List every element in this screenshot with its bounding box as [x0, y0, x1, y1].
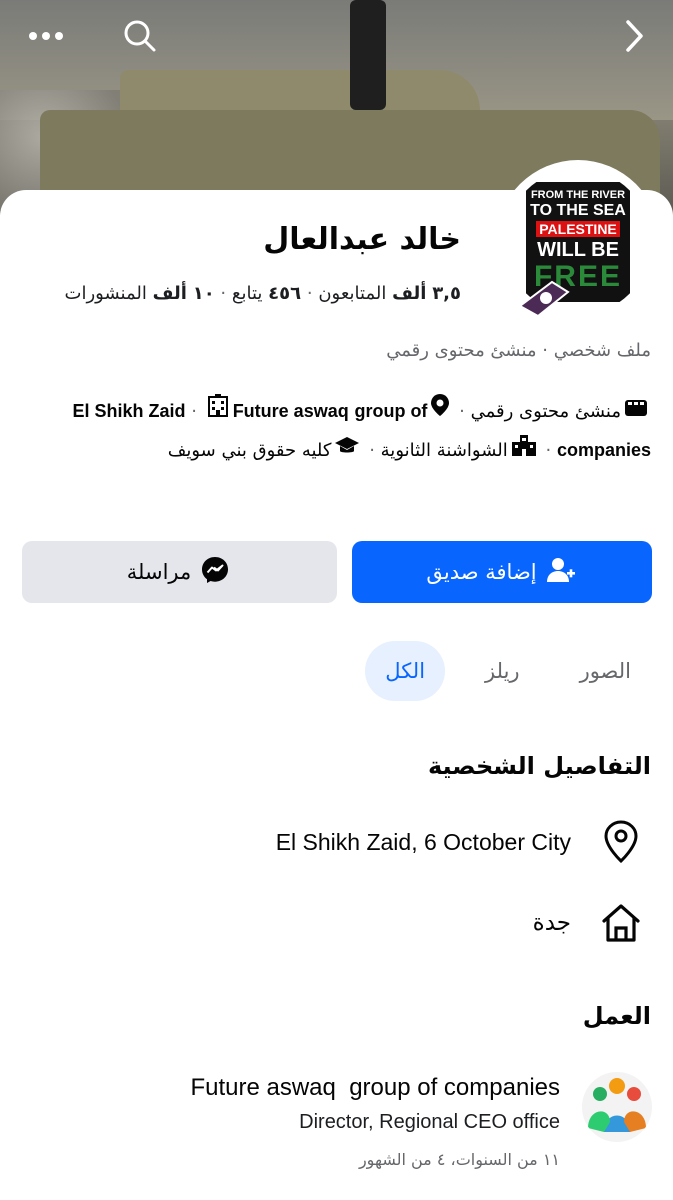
company-logo[interactable] [582, 1072, 652, 1142]
fist-badge-icon [518, 280, 570, 318]
school-building-icon [511, 432, 537, 470]
hometown-row[interactable]: جدة [533, 902, 651, 944]
intro-school: الشواشنة الثانوية [380, 440, 508, 461]
current-city-row[interactable]: El Shikh Zaid, 6 October City [276, 820, 651, 864]
search-icon [124, 20, 156, 52]
add-friend-label: إضافة صديق [426, 560, 537, 584]
work-position: Director, Regional CEO office [299, 1111, 560, 1133]
location-pin-icon [430, 393, 450, 431]
work-duration: ١١ من السنوات، ٤ من الشهور [358, 1150, 560, 1169]
work-section-title: العمل [582, 1002, 651, 1030]
avatar-text-4: WILL BE [537, 239, 619, 261]
messenger-icon [201, 556, 229, 589]
work-building-icon [206, 393, 230, 431]
search-button[interactable] [118, 14, 162, 58]
intro-college: كليه حقوق بني سويف [167, 440, 332, 461]
tab-all[interactable]: الكل [365, 641, 446, 701]
personal-details-title: التفاصيل الشخصية [427, 752, 651, 780]
people-group-icon [588, 1078, 646, 1132]
profile-intro: منشئ محتوى رقمي · El Shikh Zaid · Future… [22, 392, 651, 470]
avatar-text-2: TO THE SEA [530, 202, 626, 219]
cover-person [350, 0, 386, 110]
posts-count: ١٠ [192, 283, 215, 304]
back-button[interactable] [612, 14, 656, 58]
profile-name: خالد عبدالعال [263, 222, 461, 257]
tab-photos[interactable]: الصور [560, 641, 651, 701]
message-label: مراسلة [126, 560, 192, 584]
current-city: El Shikh Zaid, 6 October City [275, 828, 571, 855]
add-friend-button[interactable]: إضافة صديق [352, 541, 652, 603]
hometown: جدة [532, 910, 571, 936]
work-company: Future aswaq group of companies [190, 1074, 560, 1101]
followers-unit: ألف [392, 283, 427, 304]
profile-stats: ٣,٥ ألف المتابعون · ٤٥٦ يتابع · ١٠ ألف ا… [64, 283, 461, 304]
following-count: ٤٥٦ [268, 283, 302, 304]
home-icon [602, 904, 640, 942]
intro-work: Future aswaq [232, 401, 349, 421]
location-pin-icon [604, 820, 638, 864]
profile-category: ملف شخصي · منشئ محتوى رقمي [386, 340, 651, 361]
avatar-badge [516, 276, 572, 320]
posts-unit: ألف [152, 283, 187, 304]
message-button[interactable]: مراسلة [22, 541, 337, 603]
video-clapper-icon [624, 393, 648, 431]
following-link[interactable]: يتابع [232, 283, 263, 304]
tab-reels[interactable]: ريلز [465, 641, 540, 701]
add-friend-icon [546, 557, 575, 588]
more-icon [29, 32, 63, 40]
chevron-right-icon [626, 20, 643, 52]
intro-creator: منشئ محتوى رقمي [470, 401, 621, 422]
avatar-text-1: FROM THE RIVER [530, 189, 626, 201]
followers-count: ٣,٥ [432, 283, 461, 304]
avatar-text-3: PALESTINE [536, 221, 620, 237]
followers-link[interactable]: المتابعون [318, 283, 386, 304]
intro-location: El Shikh Zaid [72, 401, 186, 421]
posts-label: المنشورات [64, 283, 147, 304]
more-options-button[interactable] [24, 14, 68, 58]
profile-tabs: الكل ريلز الصور [365, 641, 651, 701]
graduation-cap-icon [334, 432, 360, 470]
